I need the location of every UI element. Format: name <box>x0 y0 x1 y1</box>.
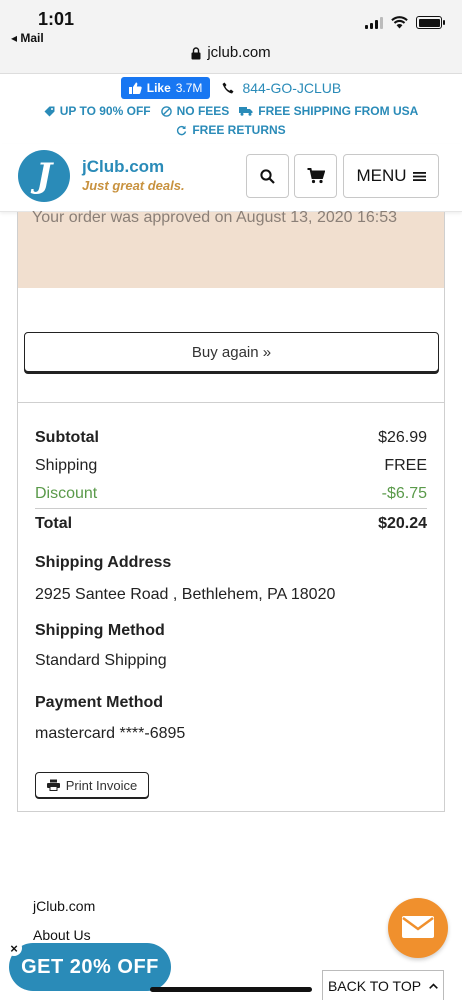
subtotal-label: Subtotal <box>35 429 99 446</box>
approval-banner: Your order was approved on August 13, 20… <box>18 209 444 288</box>
total-value: $20.24 <box>378 514 427 532</box>
perk-no-fees-label: NO FEES <box>176 104 230 118</box>
status-icons <box>365 16 445 29</box>
back-to-mail[interactable]: ◂ Mail <box>11 31 44 45</box>
shipping-method-title: Shipping Method <box>35 622 165 639</box>
print-invoice-button[interactable]: Print Invoice <box>35 772 149 798</box>
cart-button[interactable] <box>294 154 337 198</box>
discount-row: Discount -$6.75 <box>35 480 427 508</box>
brand-tagline: Just great deals. <box>82 178 185 193</box>
shipping-row: Shipping FREE <box>35 452 427 480</box>
brand-name[interactable]: jClub.com <box>82 157 164 177</box>
cart-icon <box>307 168 325 184</box>
ban-icon <box>160 105 172 117</box>
envelope-icon <box>402 916 434 938</box>
status-bar: 1:01 ◂ Mail <box>0 0 462 45</box>
back-to-top-button[interactable]: BACK TO TOP <box>322 970 444 1000</box>
like-count: 3.7M <box>175 81 203 95</box>
home-indicator <box>150 987 312 992</box>
total-label: Total <box>35 514 73 532</box>
logo[interactable]: J <box>18 150 70 202</box>
shipping-method: Standard Shipping <box>35 652 167 669</box>
subtotal-value: $26.99 <box>378 429 427 446</box>
buy-again-button[interactable]: Buy again » <box>24 332 439 372</box>
payment-method: mastercard ****-6895 <box>35 725 186 742</box>
site-header: J jClub.com Just great deals. MENU <box>0 144 462 212</box>
phone-icon <box>222 82 234 94</box>
shipping-value: FREE <box>384 457 427 474</box>
wifi-icon <box>391 16 408 29</box>
refresh-icon <box>177 125 187 135</box>
search-icon <box>260 168 275 184</box>
facebook-like-button[interactable]: Like 3.7M <box>120 77 211 99</box>
perk-free-returns: FREE RETURNS <box>176 123 286 137</box>
menu-label: MENU <box>356 166 407 185</box>
address-bar[interactable]: jclub.com <box>0 44 462 74</box>
order-summary: Subtotal $26.99 Shipping FREE Discount -… <box>35 424 427 538</box>
chat-button[interactable] <box>388 898 448 958</box>
discount-label: Discount <box>35 485 98 502</box>
perk-no-fees: NO FEES <box>160 104 230 118</box>
footer-link-about[interactable]: About Us <box>33 927 91 943</box>
order-card: Your order was approved on August 13, 20… <box>17 209 445 812</box>
battery-icon <box>416 16 445 29</box>
perk-discount: UP TO 90% OFF <box>44 104 151 118</box>
phone-number: 844-GO-JCLUB <box>242 80 342 96</box>
total-row: Total $20.24 <box>35 508 427 538</box>
discount-value: -$6.75 <box>381 485 427 502</box>
perk-discount-label: UP TO 90% OFF <box>59 104 151 118</box>
search-button[interactable] <box>246 154 289 198</box>
menu-button[interactable]: MENU <box>343 154 439 198</box>
shipping-address-title: Shipping Address <box>35 554 172 571</box>
close-icon[interactable]: × <box>6 940 22 956</box>
discount-popup-button[interactable]: GET 20% OFF <box>9 943 171 991</box>
approval-text: Your order was approved on August 13, 20… <box>32 209 398 226</box>
chevron-up-icon <box>429 982 438 989</box>
footer-link-home[interactable]: jClub.com <box>33 898 95 914</box>
like-label: Like <box>146 81 171 95</box>
payment-method-title: Payment Method <box>35 694 164 711</box>
tag-icon <box>44 106 55 116</box>
perk-free-shipping-label: FREE SHIPPING FROM USA <box>258 104 419 118</box>
phone-link[interactable]: 844-GO-JCLUB <box>222 80 341 96</box>
truck-icon <box>239 107 253 116</box>
promo-header: Like 3.7M 844-GO-JCLUB UP TO 90% OFF NO … <box>0 74 462 144</box>
shipping-label: Shipping <box>35 457 98 474</box>
back-to-top-label: BACK TO TOP <box>327 977 422 994</box>
status-time: 1:01 <box>38 9 75 29</box>
hamburger-icon <box>412 171 426 181</box>
perk-free-shipping: FREE SHIPPING FROM USA <box>239 104 418 118</box>
print-invoice-label: Print Invoice <box>65 777 138 793</box>
perk-free-returns-label: FREE RETURNS <box>192 123 286 137</box>
thumbs-up-icon <box>128 82 142 94</box>
divider <box>18 402 444 403</box>
shipping-address: 2925 Santee Road , Bethlehem, PA 18020 <box>35 586 336 603</box>
lock-icon <box>191 46 201 59</box>
printer-icon <box>46 779 60 791</box>
subtotal-row: Subtotal $26.99 <box>35 424 427 452</box>
url-text: jclub.com <box>207 44 271 61</box>
signal-icon <box>365 16 383 29</box>
